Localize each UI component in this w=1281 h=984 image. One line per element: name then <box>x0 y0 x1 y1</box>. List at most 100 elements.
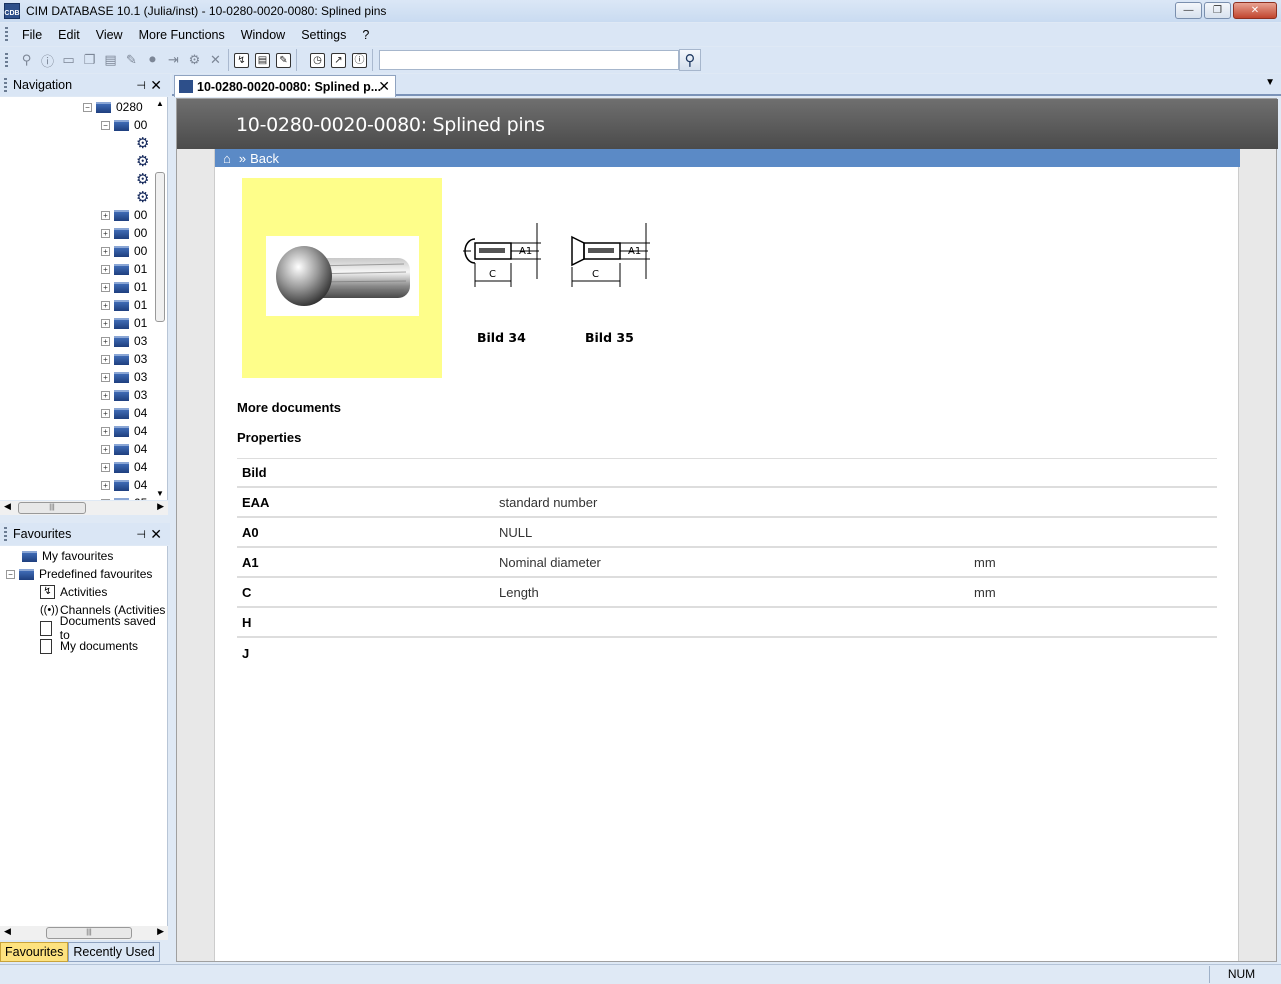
tree-node[interactable]: +03 <box>101 386 147 404</box>
fav-hscroll-thumb[interactable]: ||| <box>46 927 132 939</box>
tree-node[interactable]: ⚙ <box>136 152 149 170</box>
expand-icon[interactable]: + <box>101 462 110 472</box>
copy-icon[interactable]: ❐ <box>79 50 100 70</box>
tree-node[interactable]: − 00 <box>101 116 147 134</box>
tree-node[interactable]: +04 <box>101 476 147 494</box>
tab-favourites[interactable]: Favourites <box>0 942 69 962</box>
minimize-button[interactable]: — <box>1175 2 1202 19</box>
tree-node[interactable]: +04 <box>101 404 147 422</box>
pencil-icon[interactable]: ✎ <box>121 50 142 70</box>
tree-node[interactable]: +00 <box>101 206 147 224</box>
monitor-icon[interactable]: ▭ <box>58 50 79 70</box>
tree-node[interactable]: ⚙ <box>136 134 149 152</box>
search-icon[interactable]: ⚲ <box>679 49 701 71</box>
fav-item-my-documents[interactable]: My documents <box>40 637 138 655</box>
collapse-icon[interactable]: − <box>6 569 15 579</box>
collapse-icon[interactable]: − <box>83 102 92 112</box>
pin-icon[interactable]: ⊣ <box>136 79 146 92</box>
back-link[interactable]: Back <box>250 151 279 166</box>
expand-icon[interactable]: + <box>101 372 110 382</box>
tree-node[interactable]: +03 <box>101 350 147 368</box>
info-icon[interactable]: ⓘ <box>37 50 58 70</box>
expand-icon[interactable]: + <box>101 336 110 346</box>
drawing-bild-34[interactable]: A1 C <box>461 223 545 296</box>
tree-node[interactable]: ⚙ <box>136 188 149 206</box>
menu-edit[interactable]: Edit <box>50 28 88 42</box>
lightbulb-icon[interactable]: ⓘ <box>349 50 370 70</box>
tree-node[interactable]: ⚙ <box>136 170 149 188</box>
tree-node[interactable]: − 0280 <box>83 98 143 116</box>
find-icon[interactable]: ⚲ <box>16 50 37 70</box>
fav-item-documents-saved[interactable]: Documents saved to <box>40 614 167 642</box>
nav-horizontal-scrollbar[interactable]: ◀ ||| ▶ <box>0 501 168 515</box>
expand-icon[interactable]: + <box>101 210 110 220</box>
toolbar-search-input[interactable] <box>379 50 679 70</box>
menu-help[interactable]: ? <box>354 28 377 42</box>
nav-hscroll-thumb[interactable]: ||| <box>18 502 86 514</box>
fav-horizontal-scrollbar[interactable]: ◀ ||| ▶ <box>0 926 168 940</box>
chart-icon[interactable]: ↗ <box>328 50 349 70</box>
tree-node[interactable]: +03 <box>101 368 147 386</box>
tree-node[interactable]: +01 <box>101 278 147 296</box>
more-documents-heading[interactable]: More documents <box>237 400 341 415</box>
activity-icon[interactable]: ↯ <box>231 50 252 70</box>
expand-icon[interactable]: + <box>101 498 110 500</box>
tree-node[interactable]: +00 <box>101 224 147 242</box>
fav-item-predefined[interactable]: − Predefined favourites <box>6 565 152 583</box>
nav-vertical-scrollbar[interactable]: ▲ ▼ <box>155 97 165 500</box>
expand-icon[interactable]: + <box>101 300 110 310</box>
toolbar-grip-icon[interactable] <box>5 52 8 68</box>
pin-icon[interactable]: ⚫ <box>142 50 163 70</box>
menu-window[interactable]: Window <box>233 28 293 42</box>
home-icon[interactable]: ⌂ <box>223 151 231 166</box>
tree-node[interactable]: +01 <box>101 296 147 314</box>
expand-icon[interactable]: + <box>101 408 110 418</box>
edit-note-icon[interactable]: ✎ <box>273 50 294 70</box>
favourites-tree[interactable]: My favourites − Predefined favourites ↯ … <box>0 546 168 926</box>
close-icon[interactable]: ✕ <box>150 526 162 543</box>
collapse-icon[interactable]: − <box>101 120 110 130</box>
expand-icon[interactable]: + <box>101 444 110 454</box>
drawing-bild-35[interactable]: A1 C <box>570 223 654 296</box>
tree-node[interactable]: +03 <box>101 332 147 350</box>
maximize-button[interactable]: ❐ <box>1204 2 1231 19</box>
expand-icon[interactable]: + <box>101 426 110 436</box>
menu-view[interactable]: View <box>88 28 131 42</box>
menu-grip-icon[interactable] <box>5 27 8 42</box>
stopwatch-icon[interactable]: ◷ <box>307 50 328 70</box>
tree-node[interactable]: +01 <box>101 314 147 332</box>
tab-dropdown-icon[interactable]: ▼ <box>1265 77 1275 88</box>
expand-icon[interactable]: + <box>101 390 110 400</box>
close-icon[interactable]: ✕ <box>150 77 162 94</box>
close-tab-icon[interactable]: ✕ <box>378 78 390 95</box>
expand-icon[interactable]: + <box>101 480 110 490</box>
expand-icon[interactable]: + <box>101 318 110 328</box>
network-icon[interactable]: ⚙ <box>184 50 205 70</box>
tree-node[interactable]: +04 <box>101 440 147 458</box>
tree-node[interactable]: +04 <box>101 458 147 476</box>
edit-list-icon[interactable]: ▤ <box>100 50 121 70</box>
panel-grip-icon[interactable] <box>4 526 7 542</box>
navigation-tree[interactable]: −0280−00 ⚙ ⚙ ⚙ ⚙ +00 +00 +00 +01 +01 +01 +01 +03 +03 +… <box>0 97 168 500</box>
tab-document[interactable]: 10-0280-0020-0080: Splined p... ✕ <box>174 75 396 97</box>
tab-recently-used[interactable]: Recently Used <box>68 942 160 962</box>
fav-item-my-favourites[interactable]: My favourites <box>22 547 113 565</box>
fav-item-activities[interactable]: ↯ Activities <box>40 583 107 601</box>
tree-node[interactable]: +01 <box>101 260 147 278</box>
panel-grip-icon[interactable] <box>4 77 7 93</box>
tree-node[interactable]: +00 <box>101 242 147 260</box>
part-image[interactable] <box>242 178 442 378</box>
pin-icon[interactable]: ⊣ <box>136 528 146 541</box>
expand-icon[interactable]: + <box>101 246 110 256</box>
export-icon[interactable]: ⇥ <box>163 50 184 70</box>
menu-file[interactable]: File <box>14 28 50 42</box>
expand-icon[interactable]: + <box>101 354 110 364</box>
menu-settings[interactable]: Settings <box>293 28 354 42</box>
expand-icon[interactable]: + <box>101 282 110 292</box>
delete-icon[interactable]: ✕ <box>205 50 226 70</box>
tree-node[interactable]: +05 <box>101 494 147 500</box>
expand-icon[interactable]: + <box>101 264 110 274</box>
expand-icon[interactable]: + <box>101 228 110 238</box>
menu-more-functions[interactable]: More Functions <box>131 28 233 42</box>
nav-scroll-thumb[interactable] <box>155 172 165 322</box>
